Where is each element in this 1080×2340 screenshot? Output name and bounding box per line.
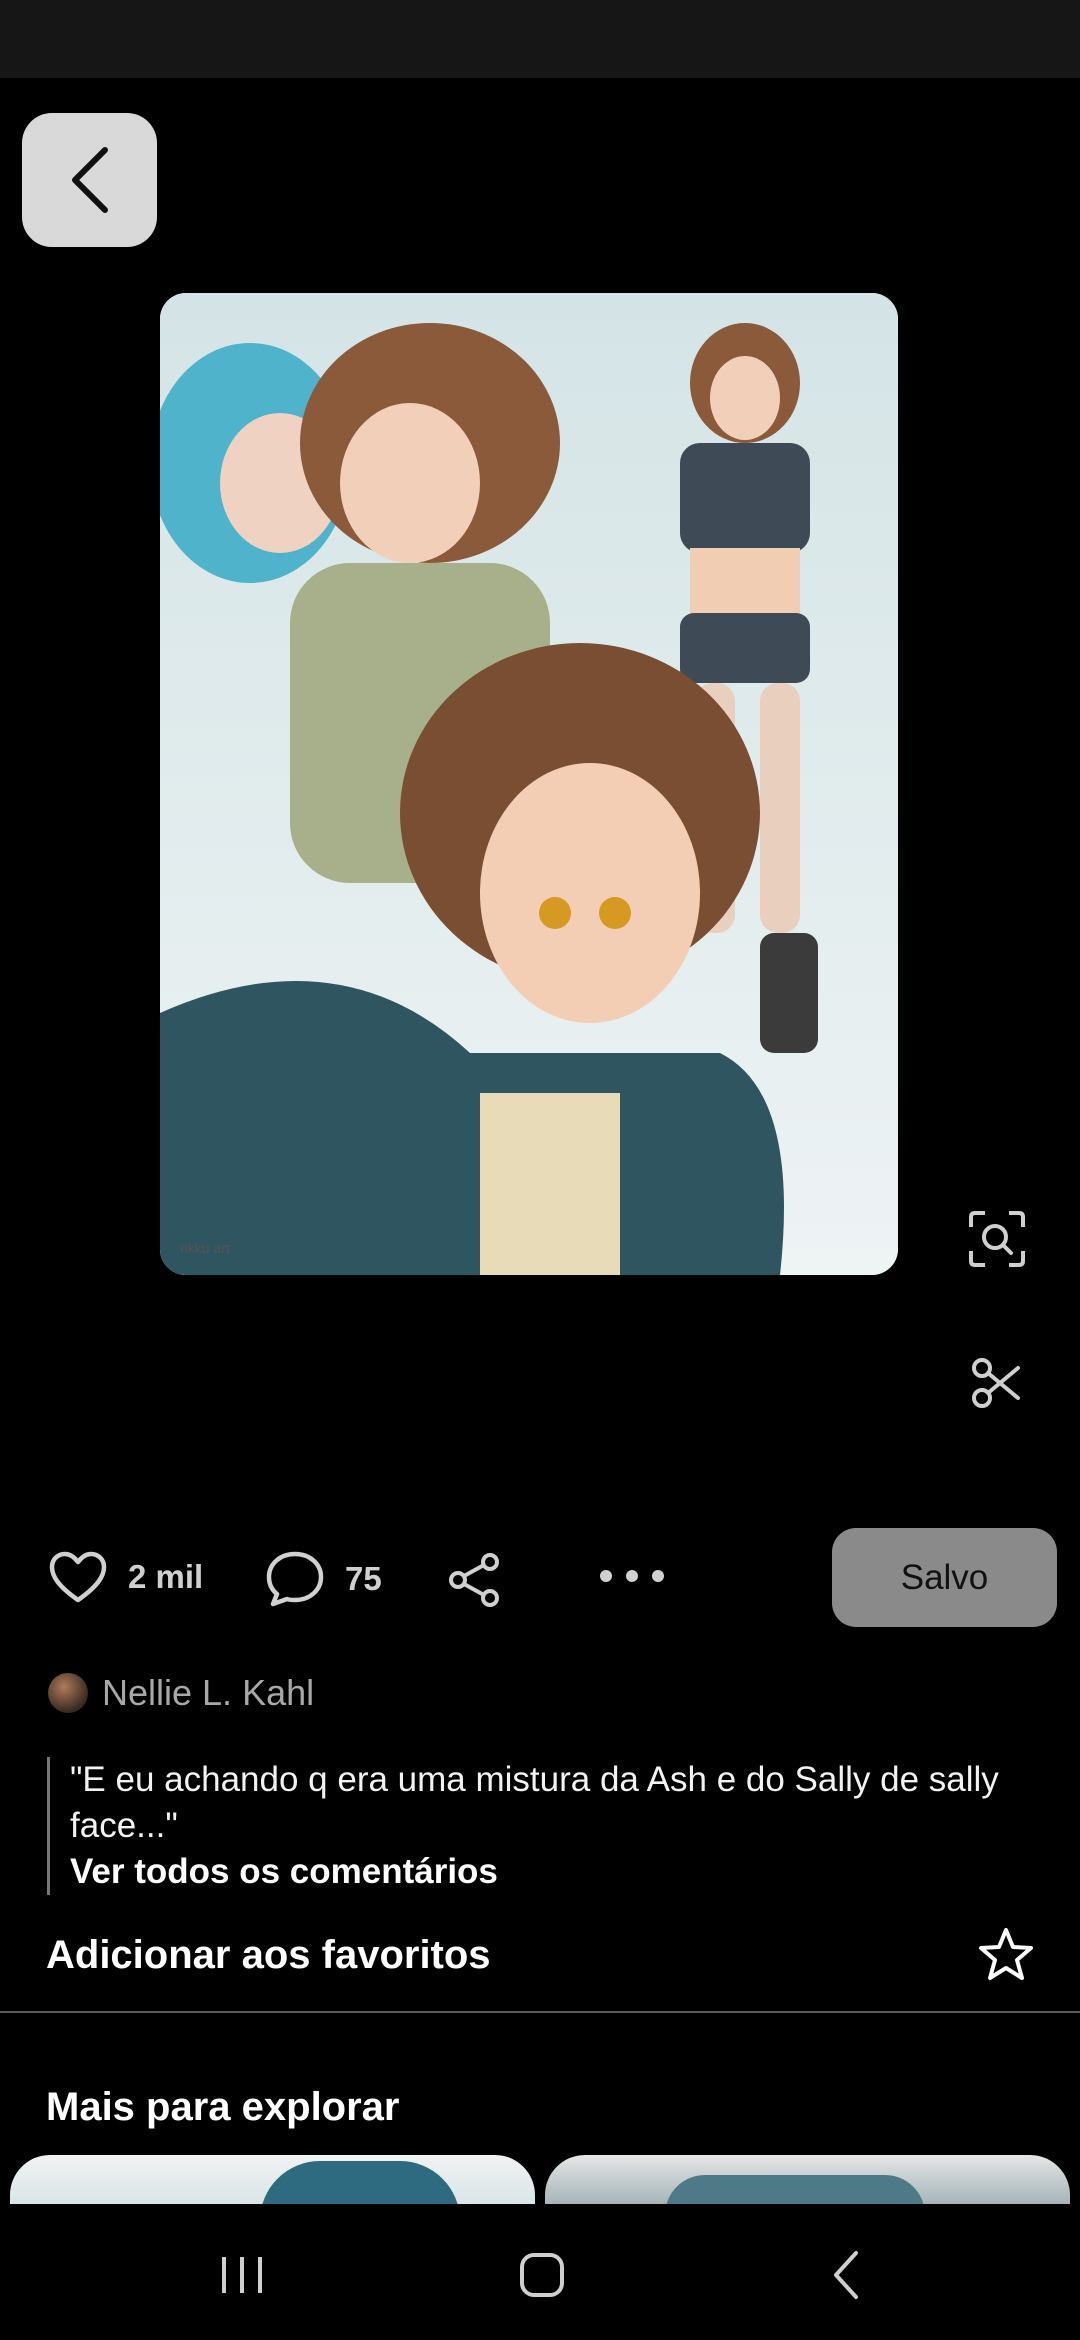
comment-button[interactable]: 75 — [265, 1550, 382, 1608]
heart-icon — [49, 1551, 107, 1603]
more-dots-icon — [600, 1570, 664, 1582]
author-name[interactable]: Nellie L. Kahl — [102, 1672, 314, 1714]
share-icon — [449, 1553, 499, 1607]
pin-image[interactable]: rikku art — [160, 293, 898, 1275]
lens-search-icon[interactable] — [962, 1204, 1032, 1274]
status-bar — [0, 0, 1080, 78]
home-button[interactable] — [502, 2240, 582, 2310]
recent-apps-button[interactable] — [202, 2240, 282, 2310]
chevron-left-icon — [71, 147, 108, 213]
system-back-button[interactable] — [806, 2240, 886, 2310]
back-arrow-icon — [834, 2251, 858, 2299]
more-to-explore-title: Mais para explorar — [46, 2085, 400, 2129]
star-icon[interactable] — [976, 1926, 1036, 1984]
share-button[interactable] — [446, 1552, 504, 1608]
comment-text: "E eu achando q era uma mistura da Ash e… — [70, 1760, 999, 1845]
divider — [0, 2011, 1080, 2013]
top-comment: "E eu achando q era uma mistura da Ash e… — [47, 1757, 1055, 1895]
author-row[interactable]: Nellie L. Kahl — [48, 1668, 314, 1718]
favorites-label: Adicionar aos favoritos — [46, 1932, 491, 1977]
recents-icon — [222, 2257, 262, 2293]
comment-bubble-icon — [266, 1551, 324, 1607]
back-button[interactable] — [22, 113, 157, 247]
watermark-text: rikku art — [180, 1240, 230, 1256]
comment-count: 75 — [345, 1560, 382, 1597]
like-count: 2 mil — [128, 1558, 204, 1595]
save-button[interactable]: Salvo — [832, 1528, 1057, 1627]
avatar[interactable] — [48, 1673, 88, 1713]
more-options-button[interactable] — [598, 1568, 666, 1584]
see-all-comments-link[interactable]: Ver todos os comentários — [70, 1849, 1055, 1895]
scissors-icon[interactable] — [962, 1348, 1032, 1418]
like-button[interactable]: 2 mil — [48, 1550, 203, 1604]
add-to-favorites-row[interactable]: Adicionar aos favoritos — [46, 1925, 1036, 1985]
home-icon — [520, 2253, 564, 2297]
